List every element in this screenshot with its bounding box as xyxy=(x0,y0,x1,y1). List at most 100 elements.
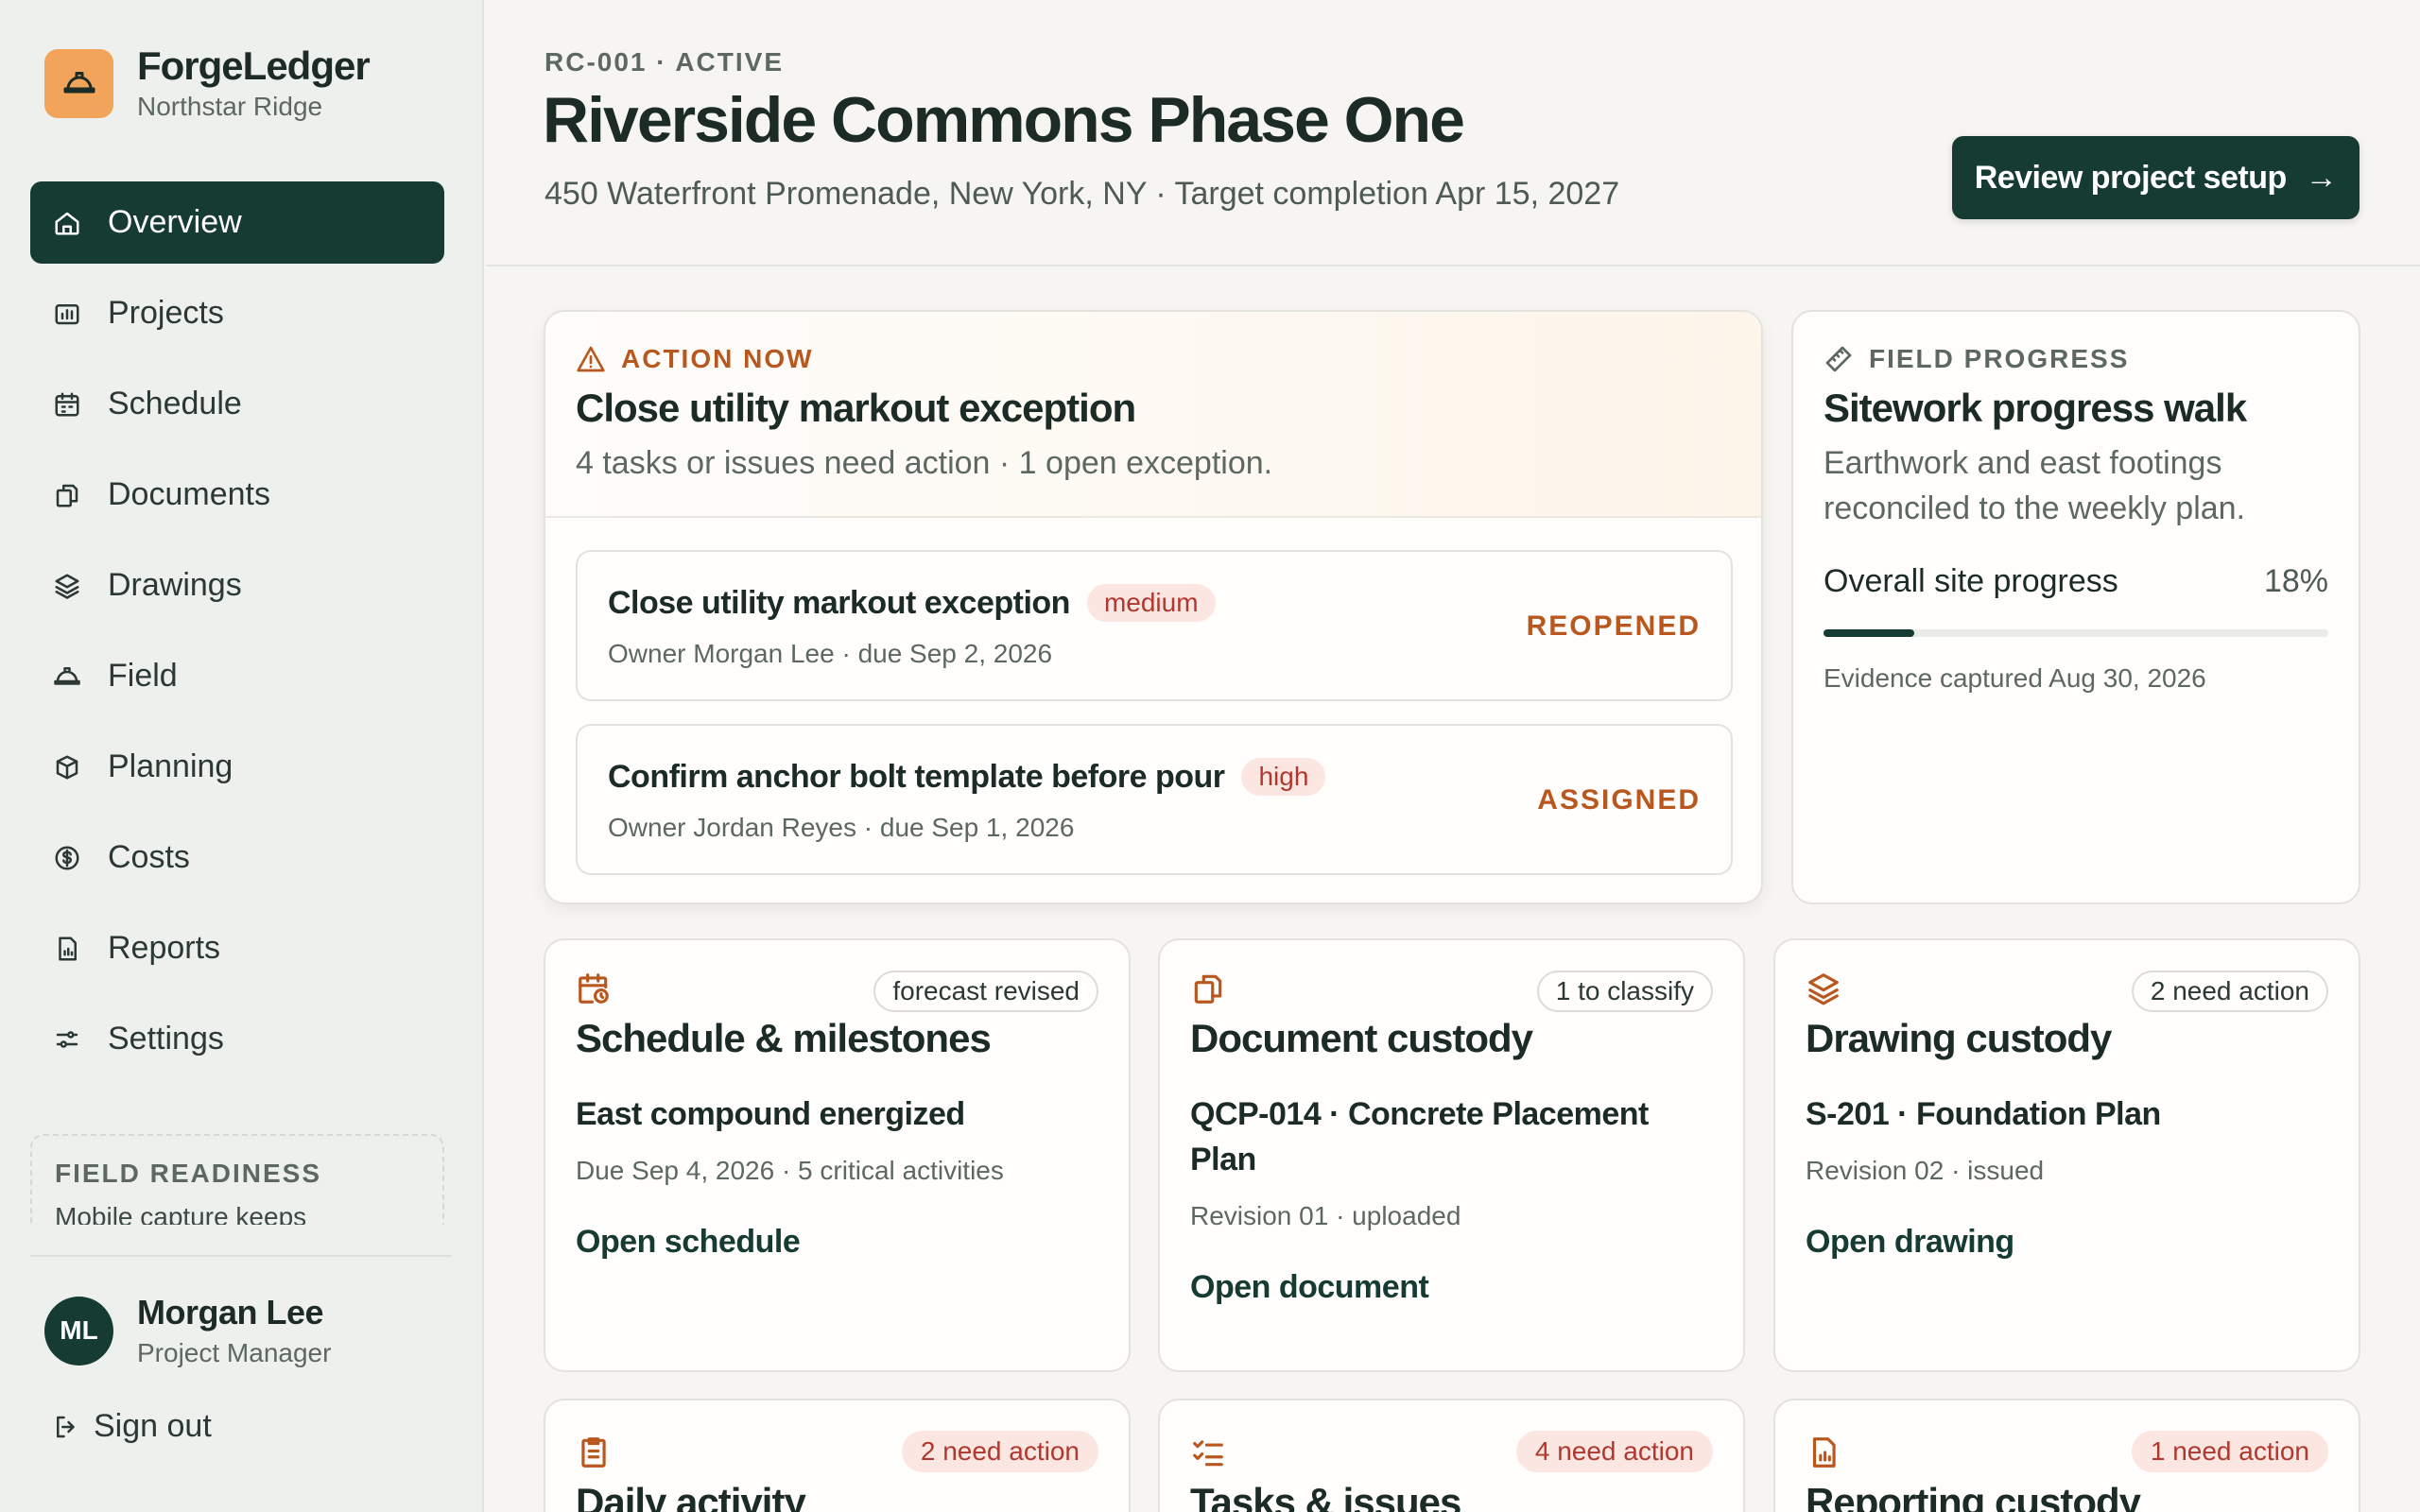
project-code-status: RC-001 · ACTIVE xyxy=(544,47,785,77)
sidebar-item-costs[interactable]: Costs xyxy=(30,816,444,899)
avatar: ML xyxy=(44,1296,113,1366)
page-header: RC-001 · ACTIVE Riverside Commons Phase … xyxy=(486,0,2420,266)
report-icon xyxy=(1806,1435,1841,1470)
drawing-name: S-201 · Foundation Plan xyxy=(1806,1096,2161,1132)
sidebar-nav: Overview Projects Schedule Documents Dra… xyxy=(30,181,444,1089)
clipboard-icon xyxy=(576,1435,612,1470)
need-action-badge: 2 need action xyxy=(901,1431,1098,1472)
task-card[interactable]: Close utility markout exception medium O… xyxy=(576,550,1733,701)
brand[interactable]: ForgeLedger Northstar Ridge xyxy=(44,43,371,122)
task-status: REOPENED xyxy=(1526,610,1701,642)
tasks-issues-card: 4 need action Tasks & issues xyxy=(1158,1399,1745,1512)
open-schedule-link[interactable]: Open schedule xyxy=(576,1224,801,1261)
forecast-badge: forecast revised xyxy=(873,971,1098,1012)
need-action-badge: 4 need action xyxy=(1515,1431,1713,1472)
task-title: Confirm anchor bolt template before pour… xyxy=(608,758,1326,796)
action-now-header: ACTION NOW Close utility markout excepti… xyxy=(545,312,1761,518)
task-title-text: Confirm anchor bolt template before pour xyxy=(608,758,1225,795)
daily-activity-card: 2 need action Daily activity xyxy=(544,1399,1131,1512)
open-drawing-link[interactable]: Open drawing xyxy=(1806,1224,2014,1261)
document-meta: Revision 01 · uploaded xyxy=(1190,1201,1461,1230)
project-address: 450 Waterfront Promenade, New York, NY ·… xyxy=(544,176,1620,212)
sidebar-item-label: Settings xyxy=(108,1021,224,1057)
card-title: Reporting custody xyxy=(1806,1480,2141,1512)
card-title: Daily activity xyxy=(576,1480,806,1512)
sidebar-item-label: Reports xyxy=(108,930,221,966)
sidebar-divider xyxy=(30,1255,452,1257)
task-meta: Owner Morgan Lee · due Sep 2, 2026 xyxy=(608,639,1053,668)
user-profile[interactable]: ML Morgan Lee Project Manager xyxy=(44,1293,331,1368)
sidebar-item-documents[interactable]: Documents xyxy=(30,454,444,536)
need-action-badge: 1 need action xyxy=(2131,1431,2328,1472)
sidebar-item-overview[interactable]: Overview xyxy=(30,181,444,264)
sidebar-item-drawings[interactable]: Drawings xyxy=(30,544,444,627)
field-readiness-title: FIELD READINESS xyxy=(55,1159,322,1188)
sidebar-item-schedule[interactable]: Schedule xyxy=(30,363,444,445)
priority-badge: medium xyxy=(1086,584,1216,622)
sign-out-button[interactable]: Sign out xyxy=(52,1408,212,1445)
milestone-name: East compound energized xyxy=(576,1096,965,1132)
arrow-right-icon: → xyxy=(2305,159,2338,196)
progress-bar-fill xyxy=(1824,629,1915,637)
overall-progress-value: 18% xyxy=(2263,563,2328,599)
action-now-title: Close utility markout exception xyxy=(576,386,1136,430)
layers-icon xyxy=(1806,971,1841,1006)
brand-name: ForgeLedger xyxy=(137,43,371,88)
action-now-kicker: ACTION NOW xyxy=(576,344,814,374)
sidebar-item-label: Field xyxy=(108,658,178,694)
sidebar-item-label: Planning xyxy=(108,748,233,784)
sign-out-label: Sign out xyxy=(94,1408,212,1444)
task-status: ASSIGNED xyxy=(1537,784,1701,816)
card-title: Document custody xyxy=(1190,1016,1533,1060)
documents-icon xyxy=(1190,971,1226,1006)
sidebar-item-label: Projects xyxy=(108,295,224,331)
card-title: Schedule & milestones xyxy=(576,1016,992,1060)
sidebar-item-label: Costs xyxy=(108,839,190,875)
reporting-custody-card: 1 need action Reporting custody xyxy=(1773,1399,2360,1512)
field-progress-card: FIELD PROGRESS Sitework progress walk Ea… xyxy=(1791,310,2360,904)
calendar-clock-icon xyxy=(576,971,612,1006)
field-progress-kicker: FIELD PROGRESS xyxy=(1824,344,2129,374)
classify-badge: 1 to classify xyxy=(1536,971,1713,1012)
brand-org: Northstar Ridge xyxy=(137,92,323,122)
action-now-card: ACTION NOW Close utility markout excepti… xyxy=(544,310,1763,904)
schedule-milestones-card: forecast revised Schedule & milestones E… xyxy=(544,938,1131,1372)
evidence-captured: Evidence captured Aug 30, 2026 xyxy=(1824,663,2206,693)
task-title: Close utility markout exception medium xyxy=(608,584,1216,622)
field-progress-description: Earthwork and east footings reconciled t… xyxy=(1824,445,2246,526)
priority-badge: high xyxy=(1241,758,1326,796)
sidebar-item-projects[interactable]: Projects xyxy=(30,272,444,354)
package-icon xyxy=(53,753,81,782)
progress-bar xyxy=(1824,629,2328,637)
drawing-custody-card: 2 need action Drawing custody S-201 · Fo… xyxy=(1773,938,2360,1372)
review-project-setup-label: Review project setup xyxy=(1974,159,2288,196)
task-card[interactable]: Confirm anchor bolt template before pour… xyxy=(576,724,1733,875)
overall-progress-label: Overall site progress xyxy=(1824,563,2118,599)
document-custody-card: 1 to classify Document custody QCP-014 ·… xyxy=(1158,938,1745,1372)
review-project-setup-button[interactable]: Review project setup → xyxy=(1952,136,2360,219)
sidebar-item-planning[interactable]: Planning xyxy=(30,726,444,808)
field-progress-label: FIELD PROGRESS xyxy=(1869,344,2130,373)
sidebar-item-label: Overview xyxy=(108,204,242,240)
document-name: QCP-014 · Concrete Placement Plan xyxy=(1190,1096,1649,1177)
home-icon xyxy=(53,209,81,237)
layers-icon xyxy=(53,572,81,600)
open-document-link[interactable]: Open document xyxy=(1190,1269,1429,1306)
sidebar-item-reports[interactable]: Reports xyxy=(30,907,444,989)
documents-icon xyxy=(53,481,81,509)
sidebar-item-label: Documents xyxy=(108,476,270,512)
card-title: Drawing custody xyxy=(1806,1016,2112,1060)
field-readiness-text: Mobile capture keeps xyxy=(55,1202,307,1225)
user-role: Project Manager xyxy=(137,1338,332,1367)
milestone-meta: Due Sep 4, 2026 · 5 critical activities xyxy=(576,1156,1004,1185)
sidebar-item-settings[interactable]: Settings xyxy=(30,998,444,1080)
sidebar-item-label: Drawings xyxy=(108,567,242,603)
sidebar: ForgeLedger Northstar Ridge Overview Pro… xyxy=(0,0,484,1512)
card-title: Tasks & issues xyxy=(1190,1480,1461,1512)
sidebar-item-field[interactable]: Field xyxy=(30,635,444,717)
page-title: Riverside Commons Phase One xyxy=(543,84,1465,156)
log-out-icon xyxy=(52,1413,80,1441)
calendar-icon xyxy=(53,390,81,419)
dollar-circle-icon xyxy=(53,844,81,872)
need-action-badge: 2 need action xyxy=(2131,971,2328,1012)
